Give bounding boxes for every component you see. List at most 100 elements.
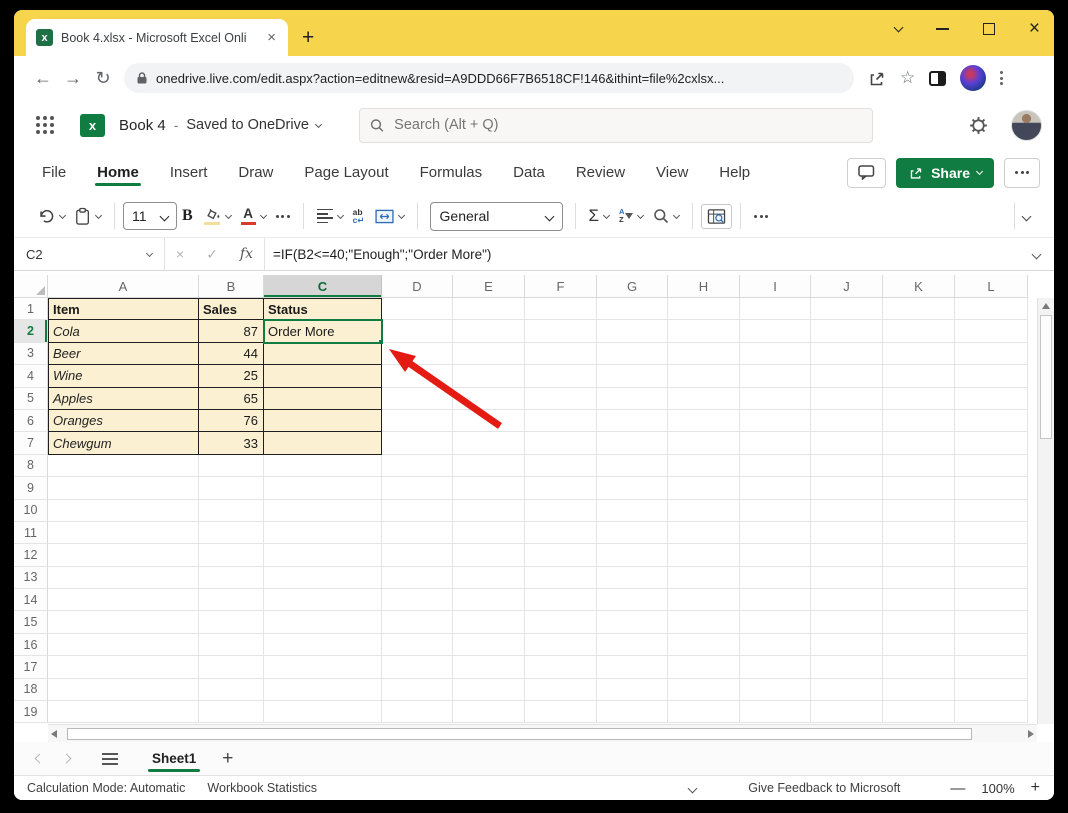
cell-H17[interactable] — [668, 656, 740, 679]
font-size-dropdown[interactable]: 11 — [123, 202, 177, 230]
cell-E17[interactable] — [453, 656, 525, 679]
cell-D10[interactable] — [382, 499, 453, 522]
cell-B6[interactable]: 76 — [199, 409, 264, 433]
row-header-5[interactable]: 5 — [14, 387, 48, 410]
cell-G16[interactable] — [597, 633, 668, 657]
cell-K12[interactable] — [883, 544, 955, 567]
font-more-button[interactable] — [271, 211, 295, 222]
cell-K4[interactable] — [883, 365, 955, 388]
cell-G6[interactable] — [597, 409, 668, 433]
cell-B15[interactable] — [199, 611, 264, 634]
tab-data[interactable]: Data — [513, 154, 545, 191]
window-chevron-icon[interactable] — [893, 22, 904, 32]
search-input[interactable] — [394, 117, 862, 133]
cell-H14[interactable] — [668, 589, 740, 612]
cell-G13[interactable] — [597, 566, 668, 590]
cell-A2[interactable]: Cola — [48, 320, 199, 343]
cell-G8[interactable] — [597, 454, 668, 478]
cell-E15[interactable] — [453, 611, 525, 634]
expand-formula-bar-chevron-icon[interactable] — [1031, 249, 1042, 260]
cell-G2[interactable] — [597, 320, 668, 343]
cell-D16[interactable] — [382, 633, 453, 657]
cell-F7[interactable] — [525, 432, 597, 455]
next-sheet-icon[interactable] — [61, 753, 72, 764]
row-header-4[interactable]: 4 — [14, 365, 48, 388]
cell-H8[interactable] — [668, 454, 740, 478]
cell-K17[interactable] — [883, 656, 955, 679]
scroll-up-icon[interactable] — [1038, 298, 1054, 314]
cell-I12[interactable] — [740, 544, 811, 567]
reload-icon[interactable]: ↻ — [88, 68, 118, 89]
cell-H3[interactable] — [668, 342, 740, 366]
column-header-E[interactable]: E — [453, 275, 525, 298]
cell-F19[interactable] — [525, 701, 597, 724]
cell-B13[interactable] — [199, 566, 264, 590]
cell-H4[interactable] — [668, 365, 740, 388]
cell-D5[interactable] — [382, 387, 453, 410]
cell-G10[interactable] — [597, 499, 668, 522]
cell-J7[interactable] — [811, 432, 883, 455]
row-header-8[interactable]: 8 — [14, 454, 48, 478]
row-header-10[interactable]: 10 — [14, 499, 48, 522]
cell-F10[interactable] — [525, 499, 597, 522]
app-launcher-waffle-icon[interactable] — [36, 116, 54, 134]
row-header-19[interactable]: 19 — [14, 701, 48, 724]
cell-G5[interactable] — [597, 387, 668, 410]
cell-J8[interactable] — [811, 454, 883, 478]
cell-B14[interactable] — [199, 589, 264, 612]
column-header-H[interactable]: H — [668, 275, 740, 298]
cell-E1[interactable] — [453, 298, 525, 321]
cell-E3[interactable] — [453, 342, 525, 366]
status-bar-chevron-icon[interactable] — [687, 783, 698, 794]
insert-function-icon[interactable]: fx — [229, 246, 264, 262]
cell-B11[interactable] — [199, 521, 264, 545]
cell-C2[interactable]: Order More — [263, 319, 383, 344]
cell-K11[interactable] — [883, 521, 955, 545]
cell-L8[interactable] — [955, 454, 1028, 478]
row-header-16[interactable]: 16 — [14, 633, 48, 657]
row-header-1[interactable]: 1 — [14, 298, 48, 321]
cell-A7[interactable]: Chewgum — [48, 432, 199, 455]
cell-F5[interactable] — [525, 387, 597, 410]
cell-E8[interactable] — [453, 454, 525, 478]
cell-H16[interactable] — [668, 633, 740, 657]
cell-E7[interactable] — [453, 432, 525, 455]
tab-review[interactable]: Review — [576, 154, 625, 191]
cell-G7[interactable] — [597, 432, 668, 455]
cell-K16[interactable] — [883, 633, 955, 657]
cell-L16[interactable] — [955, 633, 1028, 657]
cell-A15[interactable] — [48, 611, 199, 634]
back-icon[interactable]: ← — [28, 68, 58, 89]
column-header-C[interactable]: C — [264, 275, 382, 298]
sheet-tab-sheet1[interactable]: Sheet1 — [142, 745, 206, 772]
cell-H2[interactable] — [668, 320, 740, 343]
url-field[interactable]: onedrive.live.com/edit.aspx?action=editn… — [124, 63, 854, 93]
tab-help[interactable]: Help — [719, 154, 750, 191]
cell-D12[interactable] — [382, 544, 453, 567]
cell-H12[interactable] — [668, 544, 740, 567]
cell-I13[interactable] — [740, 566, 811, 590]
enter-icon[interactable]: ✓ — [195, 246, 229, 263]
paste-button[interactable] — [70, 203, 106, 230]
cell-A3[interactable]: Beer — [48, 342, 199, 366]
vertical-scroll-thumb[interactable] — [1040, 315, 1052, 439]
cell-B18[interactable] — [199, 678, 264, 702]
cancel-icon[interactable]: × — [165, 246, 195, 262]
cell-H1[interactable] — [668, 298, 740, 321]
cell-G1[interactable] — [597, 298, 668, 321]
cell-E6[interactable] — [453, 409, 525, 433]
cell-D14[interactable] — [382, 589, 453, 612]
cell-I9[interactable] — [740, 477, 811, 500]
cell-E14[interactable] — [453, 589, 525, 612]
cell-G19[interactable] — [597, 701, 668, 724]
cell-D17[interactable] — [382, 656, 453, 679]
cell-K14[interactable] — [883, 589, 955, 612]
row-header-15[interactable]: 15 — [14, 611, 48, 634]
bookmark-star-icon[interactable]: ☆ — [900, 68, 915, 88]
cell-A14[interactable] — [48, 589, 199, 612]
cell-L15[interactable] — [955, 611, 1028, 634]
cell-L4[interactable] — [955, 365, 1028, 388]
saved-status[interactable]: Saved to OneDrive — [186, 117, 322, 133]
cell-L2[interactable] — [955, 320, 1028, 343]
cell-F16[interactable] — [525, 633, 597, 657]
